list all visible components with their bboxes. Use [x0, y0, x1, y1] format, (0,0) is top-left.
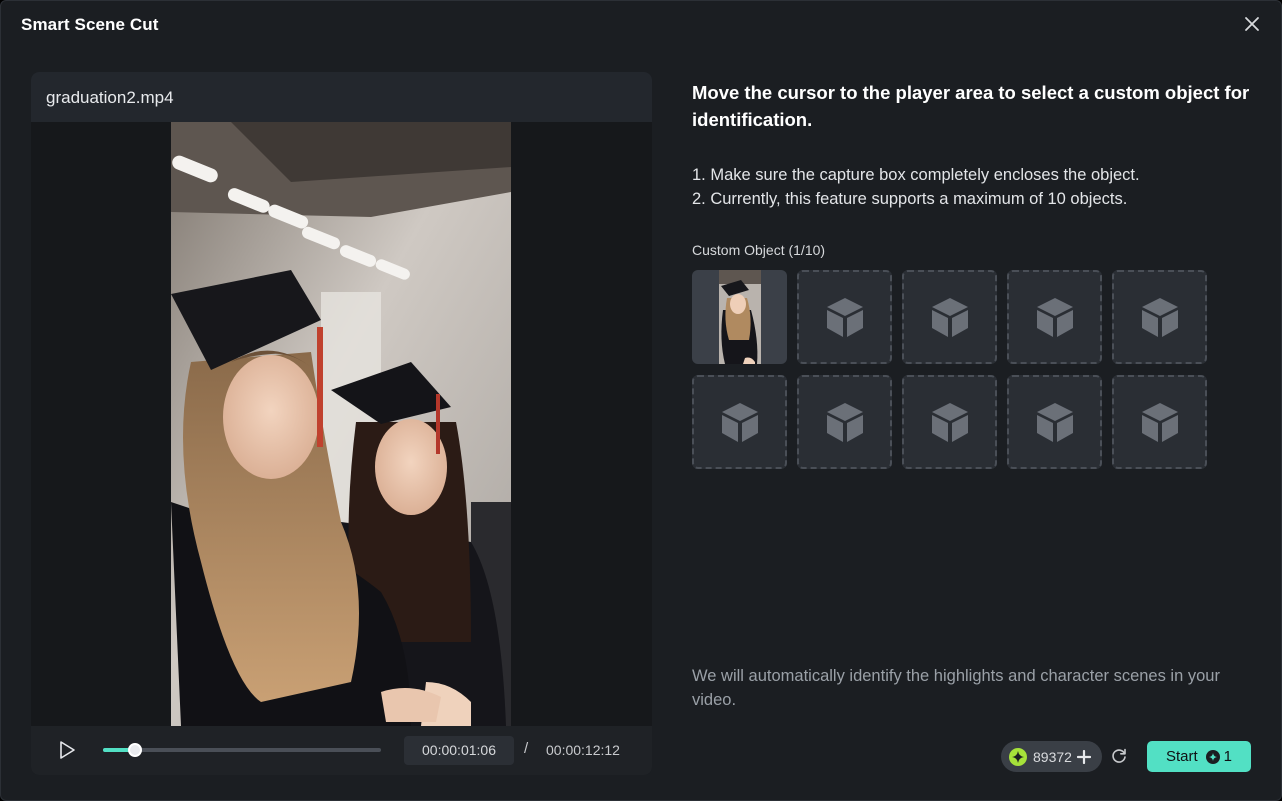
time-separator: /: [524, 740, 529, 757]
refresh-icon: [1112, 748, 1126, 763]
cube-icon: [1141, 403, 1178, 442]
cube-icon: [1036, 403, 1073, 442]
player-header: graduation2.mp4: [31, 72, 652, 122]
cube-icon: [1036, 298, 1073, 337]
instructions-list: 1. Make sure the capture box completely …: [692, 163, 1252, 211]
video-player: graduation2.mp4 00:00:01:06 / 00:00:12:1…: [31, 72, 652, 775]
cube-icon: [931, 298, 968, 337]
close-icon: [1245, 17, 1259, 31]
headline: Move the cursor to the player area to se…: [692, 82, 1250, 130]
smart-scene-cut-dialog: Smart Scene Cut graduation2.mp4 00:00:01…: [0, 0, 1282, 801]
credits-pill[interactable]: 89372: [1001, 741, 1102, 772]
video-frame[interactable]: [171, 122, 511, 726]
total-time: 00:00:12:12: [546, 742, 620, 758]
cube-icon: [931, 403, 968, 442]
custom-object-slot-6[interactable]: [692, 375, 787, 469]
custom-object-slot-8[interactable]: [902, 375, 997, 469]
custom-object-slot-9[interactable]: [1007, 375, 1102, 469]
credits-value: 89372: [1033, 748, 1072, 765]
video-frame-image: [171, 122, 511, 726]
instruction-item: 2. Currently, this feature supports a ma…: [692, 190, 1128, 208]
play-button[interactable]: [57, 740, 77, 760]
start-button[interactable]: Start 1: [1147, 741, 1251, 772]
start-label: Start: [1165, 748, 1198, 765]
object-thumbnail: [718, 270, 761, 364]
custom-object-slot-3[interactable]: [902, 270, 997, 364]
footnote: We will automatically identify the highl…: [692, 667, 1220, 709]
play-icon: [60, 741, 75, 759]
dialog-title: Smart Scene Cut: [21, 15, 159, 34]
custom-object-label: Custom Object (1/10): [692, 242, 826, 258]
custom-object-slot-5[interactable]: [1112, 270, 1207, 364]
credit-sparkle-icon: [1009, 747, 1027, 766]
refresh-button[interactable]: [1110, 747, 1128, 765]
cube-icon: [721, 403, 758, 442]
player-controls: 00:00:01:06 / 00:00:12:12: [31, 726, 652, 775]
plus-icon[interactable]: [1076, 749, 1091, 764]
custom-object-slot-7[interactable]: [797, 375, 892, 469]
cube-icon: [1141, 298, 1178, 337]
cube-icon: [826, 403, 863, 442]
progress-thumb[interactable]: [127, 743, 142, 757]
progress-track[interactable]: [103, 743, 381, 757]
instruction-item: 1. Make sure the capture box completely …: [692, 166, 1140, 184]
custom-object-slot-10[interactable]: [1112, 375, 1207, 469]
custom-object-slot-4[interactable]: [1007, 270, 1102, 364]
cube-icon: [826, 298, 863, 337]
coin-icon: [1205, 749, 1220, 764]
custom-object-slot-1[interactable]: [692, 270, 787, 364]
start-cost: 1: [1223, 748, 1233, 765]
file-name: graduation2.mp4: [46, 88, 174, 107]
close-button[interactable]: [1241, 13, 1263, 35]
video-area[interactable]: [31, 122, 652, 726]
current-time[interactable]: 00:00:01:06: [404, 736, 514, 765]
custom-object-slot-2[interactable]: [797, 270, 892, 364]
